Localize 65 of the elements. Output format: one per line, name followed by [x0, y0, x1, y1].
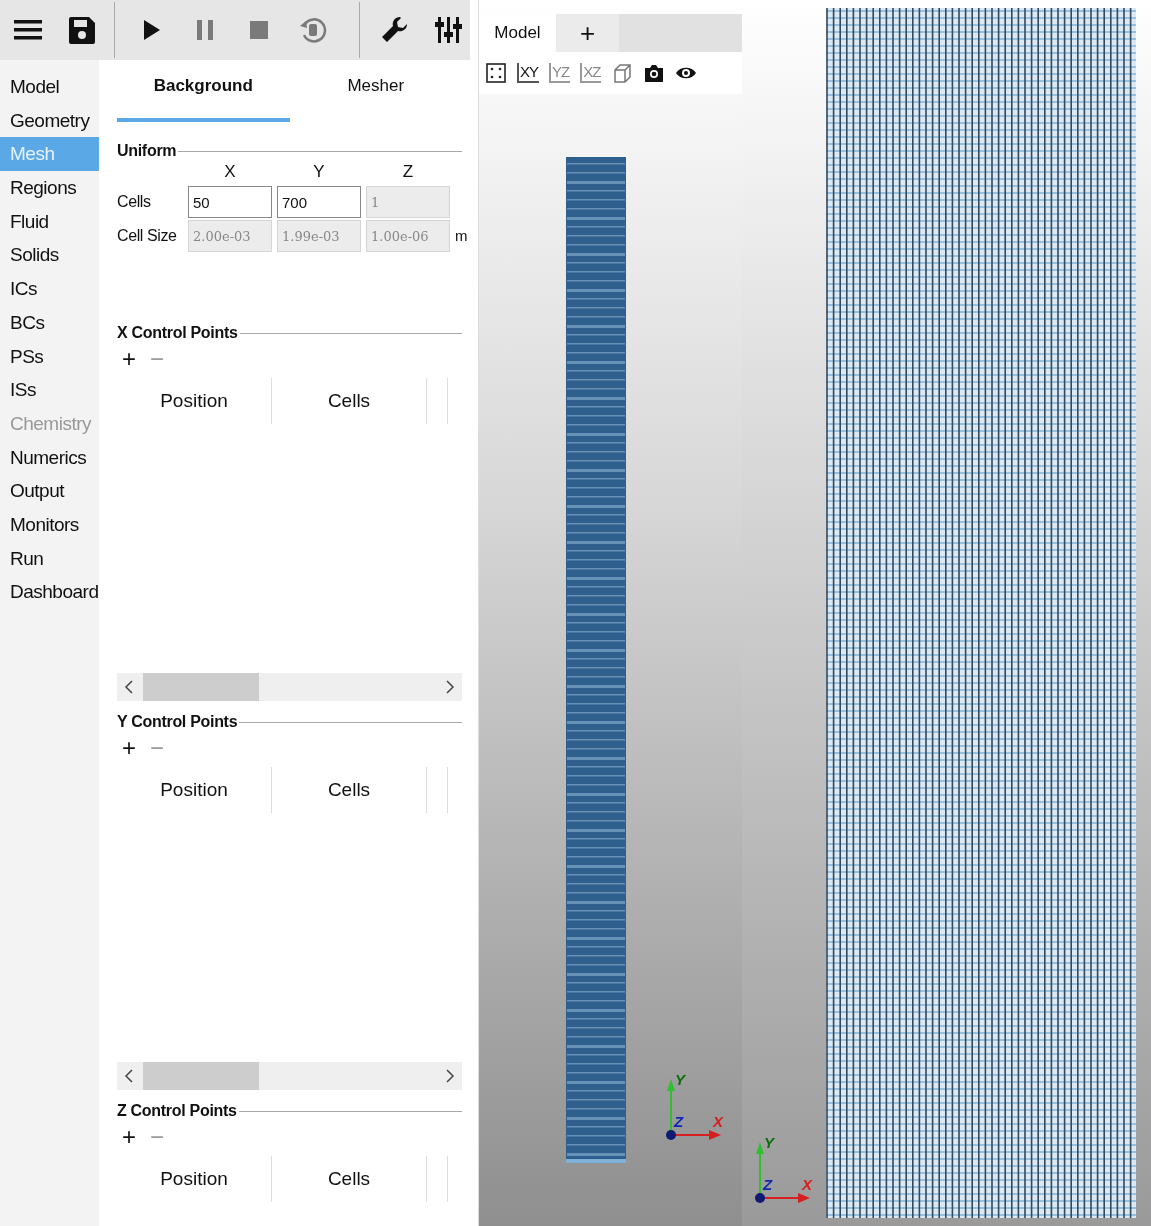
cube-icon[interactable] [611, 62, 634, 84]
sidebar-item[interactable]: Geometry [0, 103, 99, 138]
scrollbar-thumb[interactable] [143, 1062, 259, 1090]
add-button[interactable]: + [122, 1123, 136, 1151]
save-icon[interactable] [66, 14, 98, 46]
view-plane-button[interactable]: XY [517, 63, 539, 83]
tab[interactable]: + [556, 14, 619, 52]
axis-label: Z [763, 1176, 773, 1193]
add-button[interactable]: + [122, 345, 136, 373]
input-field: 1.00e-06 [366, 220, 450, 252]
camera-icon[interactable] [643, 62, 666, 84]
scroll-right-icon[interactable] [444, 1068, 456, 1084]
sidebar-item[interactable]: PSs [0, 339, 99, 374]
sidebar-item[interactable]: Dashboard [0, 575, 99, 609]
scroll-right-icon[interactable] [444, 679, 456, 695]
sidebar-item[interactable]: ICs [0, 272, 99, 306]
column-header: Cells [272, 1156, 427, 1202]
group-title: X Control Points [117, 324, 238, 342]
horizontal-scrollbar[interactable] [117, 673, 462, 701]
axis-label: Y [764, 1134, 774, 1151]
sidebar-item[interactable]: Fluid [0, 204, 99, 239]
sidebar-item[interactable]: Run [0, 541, 99, 576]
input-field[interactable]: 700 [277, 186, 361, 218]
sliders-icon[interactable] [432, 14, 464, 46]
add-button[interactable]: + [122, 734, 136, 762]
scrollbar-thumb[interactable] [143, 673, 259, 701]
input-field: 1.99e-03 [277, 220, 361, 252]
scroll-left-icon[interactable] [123, 679, 135, 695]
column-header: Position [117, 378, 272, 424]
field-label: Cells [117, 192, 152, 212]
sidebar-item[interactable]: Output [0, 474, 99, 508]
column-header: X [223, 162, 237, 183]
group-title: Z Control Points [117, 1102, 237, 1120]
column-header: Position [117, 767, 272, 813]
column-header: Cells [272, 767, 427, 813]
group-title: Y Control Points [117, 713, 238, 731]
group-title: Uniform [117, 142, 177, 160]
sidebar-item[interactable]: Model [0, 70, 99, 104]
axis-label: Y [675, 1071, 685, 1088]
tab[interactable]: Background [117, 60, 290, 122]
sidebar-item[interactable]: Regions [0, 171, 99, 205]
fit-view-icon[interactable] [485, 62, 507, 84]
input-field: 2.00e-03 [188, 220, 272, 252]
axis-label: X [713, 1113, 723, 1130]
column-header: Cells [272, 378, 427, 424]
horizontal-scrollbar[interactable] [117, 1062, 462, 1090]
column-header: Z [401, 162, 415, 183]
sidebar-item[interactable]: ISs [0, 373, 99, 407]
sidebar-item[interactable]: BCs [0, 305, 99, 340]
axis-label: X [802, 1176, 812, 1193]
sidebar-item[interactable]: Numerics [0, 440, 99, 475]
input-field[interactable]: 50 [188, 186, 272, 218]
view-plane-button[interactable]: XZ [580, 63, 602, 83]
sidebar-item[interactable]: Monitors [0, 507, 99, 542]
column-header: Position [117, 1156, 272, 1202]
scroll-left-icon[interactable] [123, 1068, 135, 1084]
axis-label: Z [674, 1113, 684, 1130]
tab[interactable]: Mesher [289, 60, 462, 122]
input-field: 1 [366, 186, 450, 218]
field-label: Cell Size [117, 226, 178, 246]
sidebar-item[interactable]: Solids [0, 238, 99, 273]
unit-label: m [455, 226, 469, 246]
tab[interactable]: Model [479, 14, 556, 52]
column-header: Y [312, 162, 326, 183]
view-plane-button[interactable]: YZ [549, 63, 571, 83]
